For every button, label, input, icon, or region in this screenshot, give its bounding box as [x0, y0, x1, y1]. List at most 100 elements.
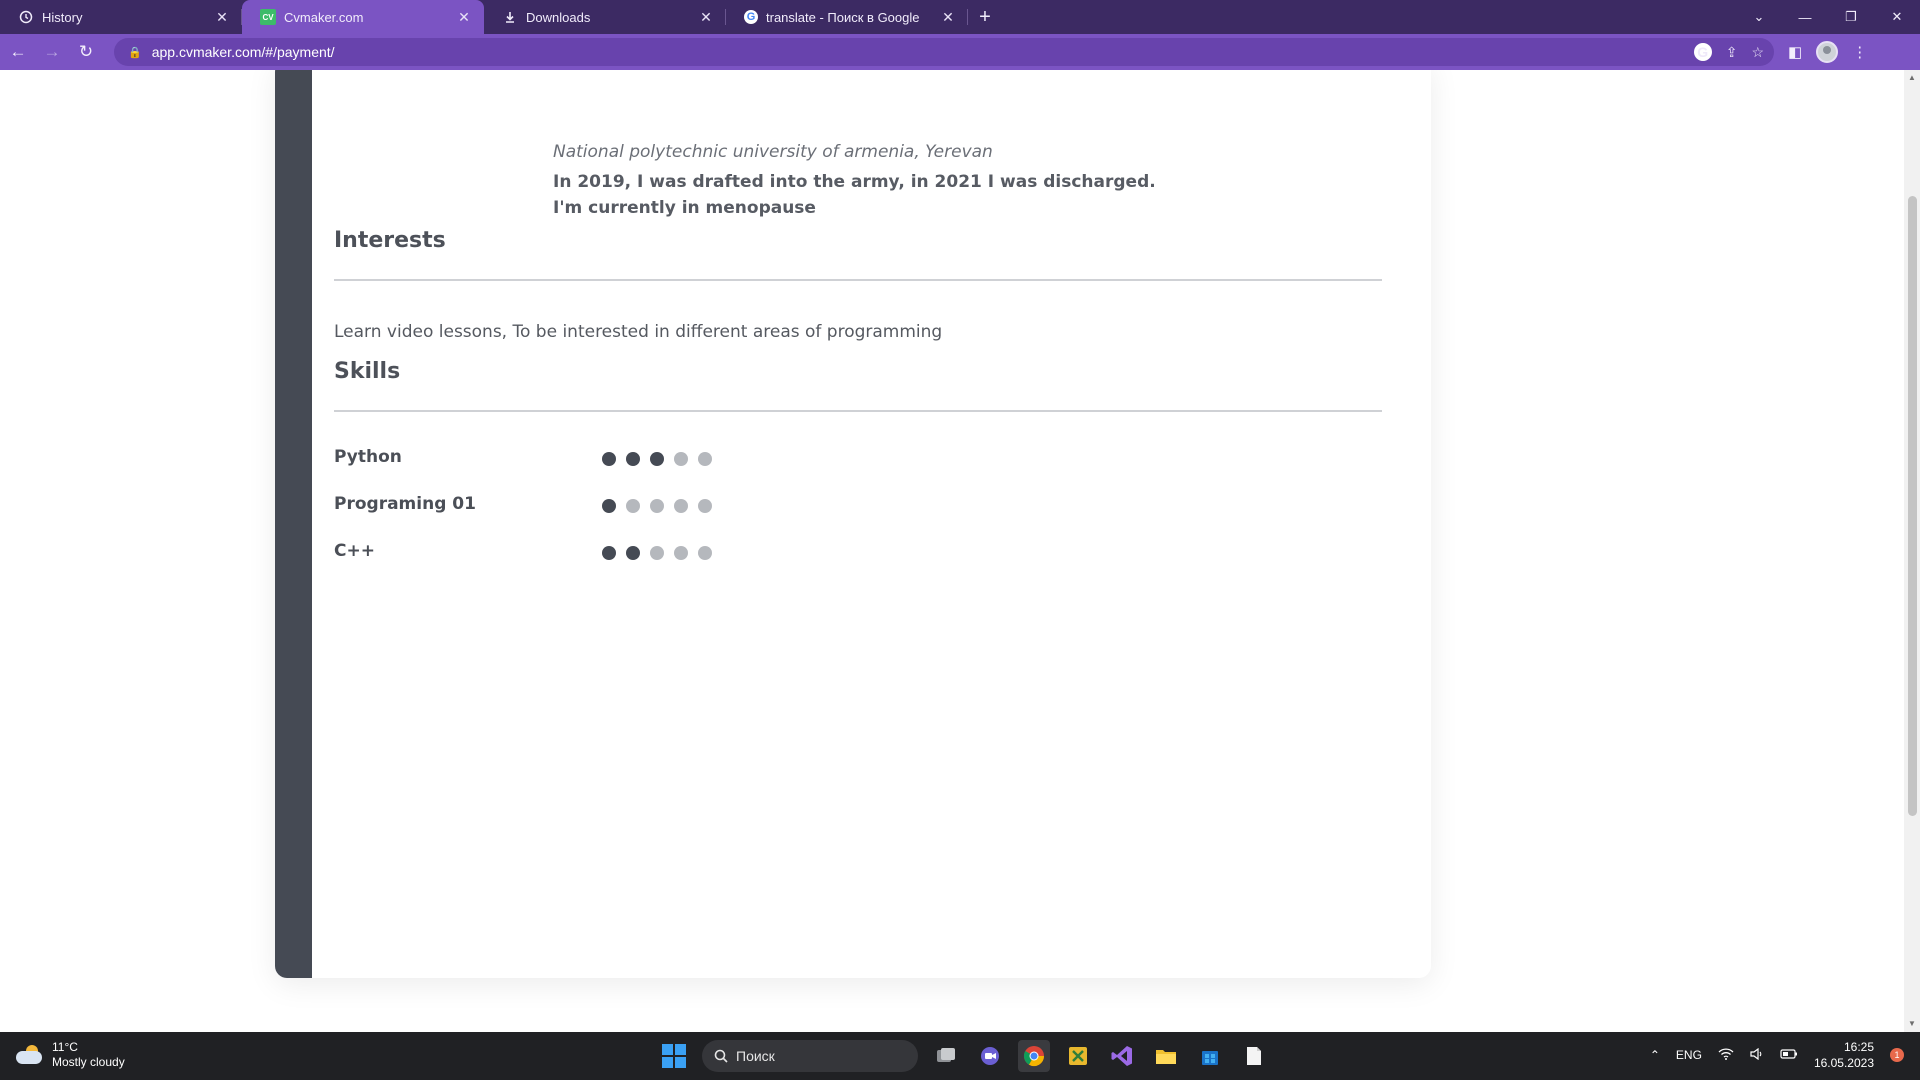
- taskbar-apps: Поиск: [658, 1040, 1270, 1072]
- forward-button[interactable]: →: [36, 36, 68, 68]
- google-lens-icon[interactable]: G: [1693, 43, 1712, 61]
- skill-dot-empty: [698, 452, 712, 466]
- omnibox-actions: G ⇪ ☆: [1693, 43, 1774, 61]
- start-button[interactable]: [658, 1040, 690, 1072]
- windows-logo-icon: [662, 1044, 686, 1068]
- show-hidden-icons-chevron-icon[interactable]: ⌃: [1650, 1048, 1660, 1062]
- skill-dot-empty: [626, 499, 640, 513]
- interests-divider: [334, 279, 1382, 281]
- skill-dot-filled: [602, 499, 616, 513]
- skill-dot-filled: [602, 546, 616, 560]
- skill-dot-filled: [626, 452, 640, 466]
- share-icon[interactable]: ⇪: [1726, 44, 1738, 61]
- download-icon: [502, 9, 518, 25]
- skill-dot-filled: [650, 452, 664, 466]
- clock-date: 16.05.2023: [1813, 1056, 1874, 1070]
- store-icon[interactable]: [1194, 1040, 1226, 1072]
- weather-temperature: 11°C: [52, 1040, 78, 1054]
- skill-level-dots: [602, 499, 712, 513]
- tab-cvmaker[interactable]: CV Cvmaker.com ✕: [242, 0, 484, 34]
- skill-level-dots: [602, 452, 712, 466]
- page-viewport: National polytechnic university of armen…: [0, 70, 1920, 1032]
- skill-dot-empty: [650, 499, 664, 513]
- tab-close-icon[interactable]: ✕: [456, 9, 472, 25]
- browser-toolbar: ← → ↻ 🔒 app.cvmaker.com/#/payment/ G ⇪ ☆…: [0, 34, 1920, 70]
- tab-history[interactable]: History ✕: [0, 0, 242, 34]
- tab-downloads[interactable]: Downloads ✕: [484, 0, 726, 34]
- new-tab-button[interactable]: +: [968, 0, 1002, 34]
- skill-row: Programing 01: [334, 494, 834, 518]
- scrollbar-thumb[interactable]: [1908, 196, 1917, 816]
- skill-row: Python: [334, 447, 834, 471]
- skill-name: C++: [334, 541, 375, 561]
- cv-preview-card: National polytechnic university of armen…: [275, 70, 1431, 978]
- reload-button[interactable]: ↻: [70, 36, 102, 68]
- url-text: app.cvmaker.com/#/payment/: [151, 44, 335, 60]
- skill-dot-empty: [674, 452, 688, 466]
- tab-close-icon[interactable]: ✕: [940, 9, 956, 25]
- skill-dot-empty: [650, 546, 664, 560]
- scroll-up-arrow-icon[interactable]: ▲: [1904, 70, 1920, 86]
- tab-close-icon[interactable]: ✕: [698, 9, 714, 25]
- bookmark-star-icon[interactable]: ☆: [1751, 44, 1764, 61]
- visual-studio-icon[interactable]: [1106, 1040, 1138, 1072]
- weather-widget[interactable]: 11°C Mostly cloudy: [16, 1040, 125, 1070]
- search-icon: [714, 1049, 728, 1063]
- clock[interactable]: 16:25 16.05.2023: [1814, 1039, 1874, 1071]
- education-description-line: I'm currently in menopause: [553, 198, 816, 218]
- side-panel-icon[interactable]: ◧: [1788, 43, 1802, 61]
- skill-dot-empty: [698, 546, 712, 560]
- toolbar-right: ◧ ⋮: [1788, 41, 1867, 63]
- education-description: In 2019, I was drafted into the army, in…: [553, 169, 1253, 221]
- volume-icon[interactable]: [1750, 1047, 1764, 1063]
- education-description-line: In 2019, I was drafted into the army, in…: [553, 172, 1156, 192]
- partly-cloudy-icon: [16, 1045, 44, 1065]
- wifi-icon[interactable]: [1718, 1047, 1734, 1063]
- browser-tab-strip: History ✕ CV Cvmaker.com ✕ Downloads ✕ G…: [0, 0, 1920, 34]
- system-tray: ⌃ ENG 16:25 16.05.2023 1: [1650, 1039, 1904, 1071]
- minimize-button[interactable]: —: [1782, 0, 1828, 34]
- skills-divider: [334, 410, 1382, 412]
- taskbar-search[interactable]: Поиск: [702, 1040, 918, 1072]
- menu-kebab-icon[interactable]: ⋮: [1852, 43, 1867, 61]
- skill-dot-empty: [674, 546, 688, 560]
- language-indicator[interactable]: ENG: [1676, 1048, 1702, 1062]
- close-window-button[interactable]: ✕: [1874, 0, 1920, 34]
- cvmaker-icon: CV: [260, 9, 276, 25]
- tab-search-chevron-icon[interactable]: ⌄: [1736, 0, 1782, 34]
- profile-avatar[interactable]: [1816, 41, 1839, 63]
- page-scrollbar[interactable]: ▲ ▼: [1904, 70, 1920, 1032]
- interests-heading: Interests: [334, 228, 446, 253]
- windows-taskbar: 11°C Mostly cloudy Поиск ⌃ ENG 16:25 16.…: [0, 1032, 1920, 1080]
- back-button[interactable]: ←: [2, 36, 34, 68]
- interests-text: Learn video lessons, To be interested in…: [334, 322, 943, 342]
- notepad-icon[interactable]: [1238, 1040, 1270, 1072]
- skill-dot-empty: [698, 499, 712, 513]
- weather-text: 11°C Mostly cloudy: [52, 1040, 125, 1070]
- weather-description: Mostly cloudy: [52, 1055, 125, 1069]
- skill-row: C++: [334, 541, 834, 565]
- restore-button[interactable]: ❐: [1828, 0, 1874, 34]
- education-school: National polytechnic university of armen…: [553, 142, 993, 162]
- skill-dot-filled: [626, 546, 640, 560]
- teams-chat-icon[interactable]: [974, 1040, 1006, 1072]
- file-explorer-icon[interactable]: [1150, 1040, 1182, 1072]
- address-bar[interactable]: 🔒 app.cvmaker.com/#/payment/ G ⇪ ☆: [114, 38, 1774, 66]
- clock-time: 16:25: [1843, 1040, 1874, 1054]
- notification-badge[interactable]: 1: [1890, 1048, 1904, 1062]
- skills-heading: Skills: [334, 359, 401, 384]
- task-view-icon[interactable]: [930, 1040, 962, 1072]
- search-placeholder: Поиск: [736, 1048, 775, 1064]
- window-controls: ⌄ — ❐ ✕: [1736, 0, 1920, 34]
- photo-editor-icon[interactable]: [1062, 1040, 1094, 1072]
- chrome-taskbar-icon[interactable]: [1018, 1040, 1050, 1072]
- tab-separator: [967, 9, 968, 25]
- skill-name: Programing 01: [334, 494, 476, 514]
- scroll-down-arrow-icon[interactable]: ▼: [1904, 1016, 1920, 1032]
- tab-google-translate[interactable]: G translate - Поиск в Google ✕: [726, 0, 968, 34]
- cv-content: National polytechnic university of armen…: [275, 70, 1431, 978]
- skill-dot-filled: [602, 452, 616, 466]
- tab-close-icon[interactable]: ✕: [214, 9, 230, 25]
- lock-icon[interactable]: 🔒: [128, 46, 142, 59]
- battery-icon[interactable]: [1780, 1048, 1798, 1063]
